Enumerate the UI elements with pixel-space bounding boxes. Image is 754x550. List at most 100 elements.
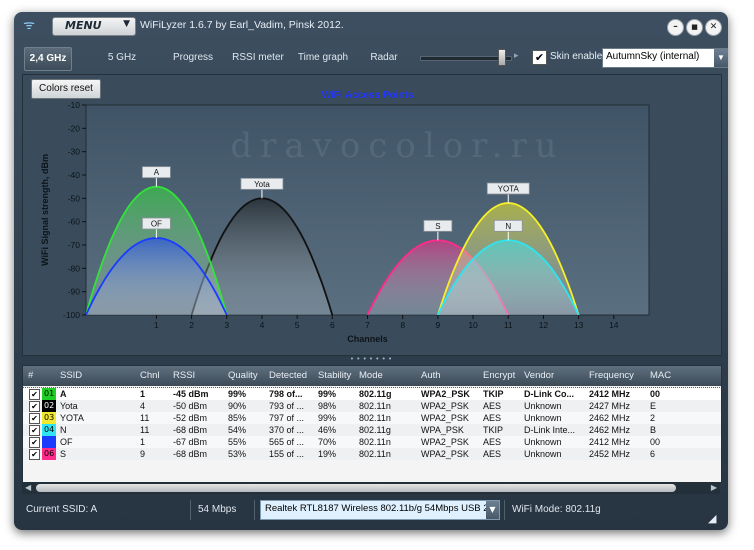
column-header-auth[interactable]: Auth [421,370,441,381]
series-label-of: OF [151,220,162,229]
table-row[interactable]: ✔ 05 OF 1 -67 dBm 55% 565 of ... 70% 802.11n WPA2… [23,436,721,448]
cell-ssid: S [60,449,67,459]
x-tick-label: 5 [295,320,300,330]
cell-ssid: A [60,389,67,399]
row-checkbox[interactable]: ✔ [29,413,40,424]
cell-stability: 99% [318,389,337,399]
column-header-ssid[interactable]: SSID [60,370,82,381]
wifi-mode-status: WiFi Mode: 802.11g [512,504,601,515]
cell-detected: 793 of ... [269,401,305,411]
cell-quality: 54% [228,425,247,435]
column-header-encrypt[interactable]: Encrypt [483,370,515,381]
cell-vendor: Unknown [524,413,562,423]
column-header-frequency[interactable]: Frequency [589,370,634,381]
cell-chnl: 1 [140,437,146,447]
y-tick-label: -30 [68,147,81,157]
cell-detected: 370 of ... [269,425,305,435]
x-tick-label: 11 [504,320,513,330]
column-header-stability[interactable]: Stability [318,370,351,381]
scroll-left-icon[interactable]: ◀ [25,482,31,494]
row-color-index: 02 [42,400,56,412]
cell-chnl: 11 [140,413,150,423]
current-ssid-status: Current SSID: A [26,504,98,515]
cell-encrypt: AES [483,449,502,459]
column-header-detected[interactable]: Detected [269,370,307,381]
series-label-s: S [435,222,440,231]
tab-2-4-ghz[interactable]: 2,4 GHz [24,47,72,71]
table-row[interactable]: ✔ 02 Yota 4 -50 dBm 90% 793 of ... 98% 802.11n WP… [23,400,721,412]
table-row[interactable]: ✔ 04 N 11 -68 dBm 54% 370 of ... 46% 802.11g WPA_… [23,424,721,436]
horizontal-scrollbar[interactable]: ◀ ▶ [22,482,720,494]
cell-detected: 797 of ... [269,413,305,423]
cell-quality: 53% [228,449,247,459]
row-checkbox[interactable]: ✔ [29,449,40,460]
cell-mode: 802.11n [359,449,391,459]
colors-reset-button[interactable]: Colors reset [31,79,101,99]
row-color-index: 04 [42,424,56,436]
cell-vendor: Unknown [524,437,562,447]
cell-detected: 798 of... [269,389,303,399]
cell-encrypt: AES [483,437,502,447]
cell-mac: 00 [650,389,661,399]
x-tick-label: 10 [468,320,478,330]
cell-encrypt: AES [483,413,502,423]
zoom-slider-thumb[interactable] [498,49,506,66]
row-checkbox[interactable]: ✔ [29,425,40,436]
skin-select[interactable]: AutumnSky (internal) ▼ [602,48,728,68]
column-header-chnl[interactable]: Chnl [140,370,160,381]
series-label-a: A [154,168,160,177]
x-tick-label: 2 [189,320,194,330]
table-row[interactable]: ✔ 06 S 9 -68 dBm 53% 155 of ... 19% 802.11n WPA2_… [23,448,721,460]
skin-enable-checkbox[interactable]: ✔ [532,50,547,65]
menu-button[interactable]: MENU ▼ [52,17,136,36]
row-checkbox[interactable]: ✔ [29,401,40,412]
table-row[interactable]: ✔ 01 A 1 -45 dBm 99% 798 of... 99% 802.11g WPA2_P… [23,387,721,401]
series-label-n: N [505,222,511,231]
cell-rssi: -50 dBm [173,401,208,411]
cell-stability: 19% [318,449,337,459]
column-header-rssi[interactable]: RSSI [173,370,195,381]
panel-splitter[interactable]: • • • • • • • [22,356,720,364]
row-color-index: 01 [42,388,56,400]
cell-chnl: 9 [140,449,146,459]
cell-quality: 90% [228,401,247,411]
cell-encrypt: AES [483,401,502,411]
table-row[interactable]: ✔ 03 YOTA 11 -52 dBm 85% 797 of ... 99% 802.11n W… [23,412,721,424]
row-checkbox[interactable]: ✔ [29,389,40,400]
scroll-right-icon[interactable]: ▶ [711,482,717,494]
x-tick-label: 13 [574,320,584,330]
minimize-button[interactable]: – [667,19,684,36]
x-tick-label: 4 [260,320,265,330]
chevron-down-icon: ▼ [486,501,499,519]
access-points-table: # SSID Chnl RSSI Quality Detected Stability Mod… [22,365,722,483]
cell-mac: 2 [650,413,656,423]
cell-frequency: 2462 MHz [589,413,631,423]
cell-auth: WPA_PSK [421,425,464,435]
cell-encrypt: TKIP [483,425,504,435]
adapter-select[interactable]: Realtek RTL8187 Wireless 802.11b/g 54Mbp… [260,500,500,520]
series-label-yota: YOTA [498,185,520,194]
close-button[interactable]: ✕ [705,19,722,36]
status-bar: Current SSID: A 54 Mbps Realtek RTL8187 … [22,498,720,522]
x-tick-label: 14 [609,320,619,330]
column-header-vendor[interactable]: Vendor [524,370,554,381]
column-header-quality[interactable]: Quality [228,370,258,381]
y-tick-label: -10 [68,100,81,110]
maximize-button[interactable]: ■ [686,19,703,36]
tab-time-graph[interactable]: Time graph [292,47,354,69]
column-header-mac[interactable]: MAC [650,370,671,381]
tab-radar[interactable]: Radar [364,47,404,69]
row-checkbox[interactable]: ✔ [29,437,40,448]
cell-mac: 6 [650,449,656,459]
chevron-down-icon: ▼ [123,19,130,29]
tab-5-ghz[interactable]: 5 GHz [102,47,142,69]
cell-mode: 802.11g [359,389,392,399]
cell-chnl: 4 [140,401,146,411]
tab-progress[interactable]: Progress [168,47,218,69]
scrollbar-thumb[interactable] [36,484,676,492]
tab-rssi-meter[interactable]: RSSI meter [228,47,288,69]
column-header-mode[interactable]: Mode [359,370,383,381]
cell-encrypt: TKIP [483,389,504,399]
column-header-index[interactable]: # [28,370,33,381]
resize-grip-icon[interactable]: ◢ [708,512,716,525]
